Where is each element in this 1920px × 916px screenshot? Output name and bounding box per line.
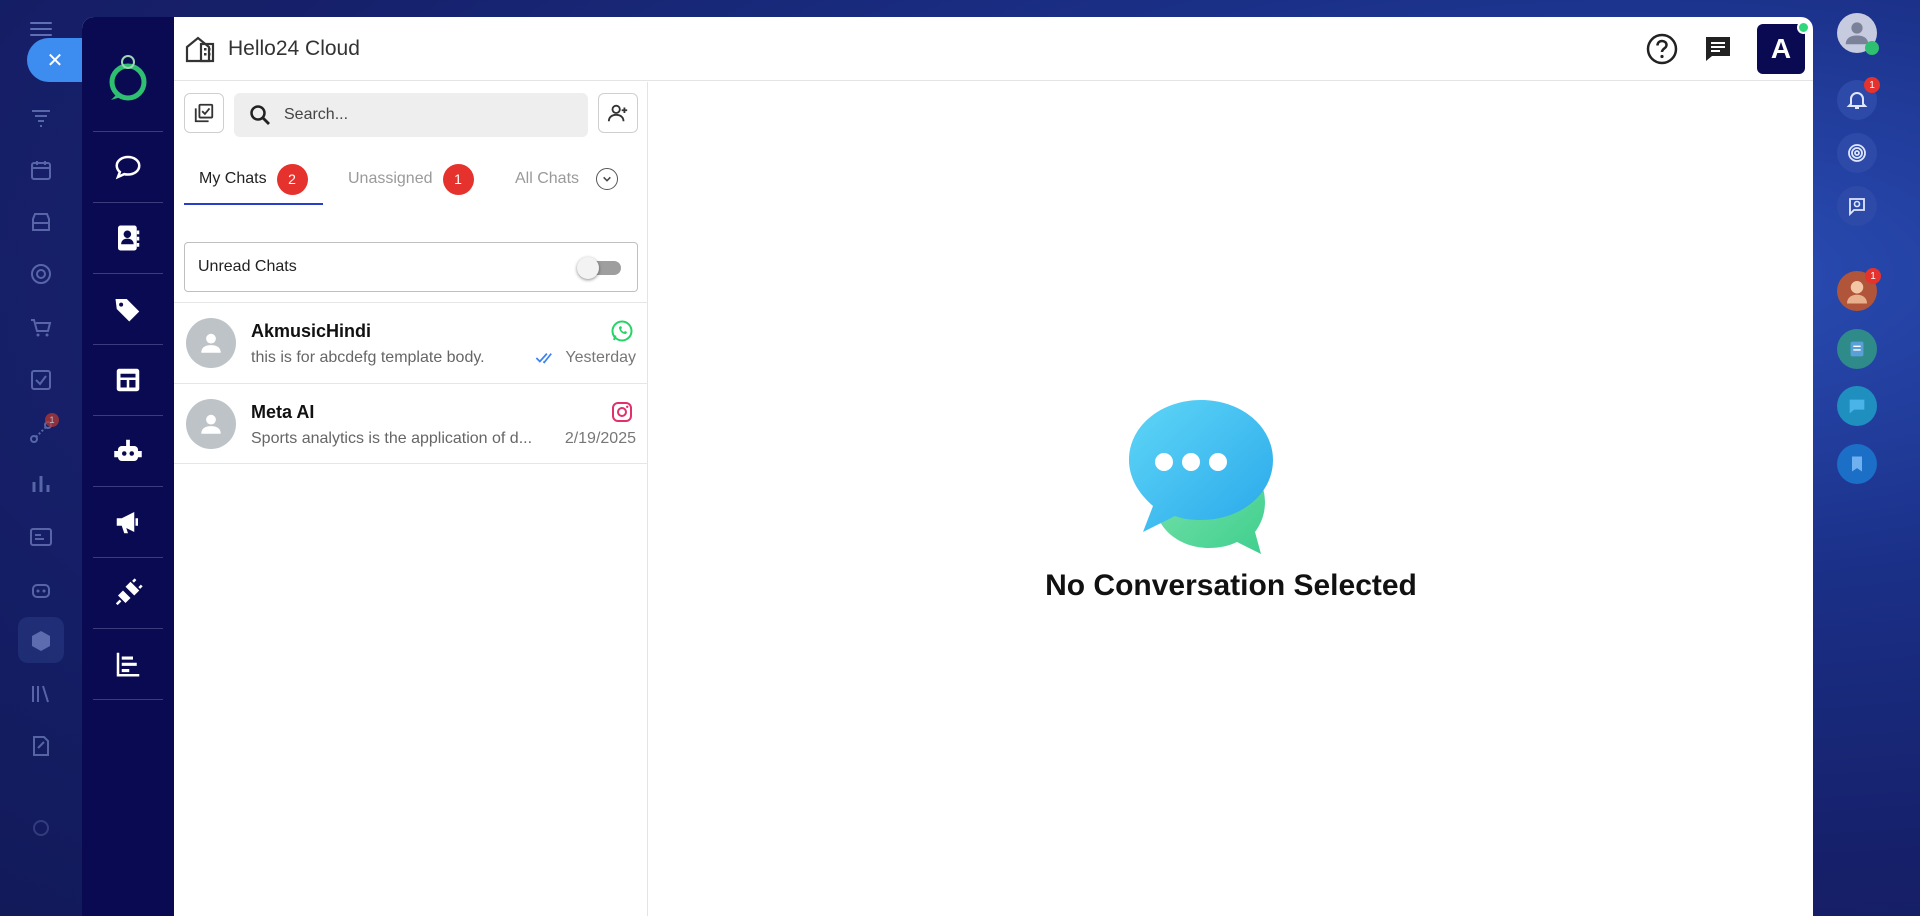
- nav-reports[interactable]: [82, 629, 174, 699]
- settings-icon[interactable]: [28, 816, 54, 840]
- tab-label: Unassigned: [348, 170, 433, 187]
- whatsapp-icon: [610, 319, 634, 343]
- search-box: [234, 93, 588, 137]
- chat-preview: this is for abcdefg template body.: [251, 349, 485, 366]
- tab-unassigned[interactable]: Unassigned 1: [348, 154, 474, 204]
- checkbox-icon[interactable]: [28, 368, 54, 392]
- online-status-dot: [1797, 21, 1810, 34]
- chat-contact-name: Meta AI: [251, 402, 315, 422]
- chevron-down-icon[interactable]: [596, 168, 618, 190]
- avatar-letter: A: [1770, 33, 1792, 64]
- chat-search-icon[interactable]: [1837, 186, 1877, 226]
- calendar-icon[interactable]: [28, 158, 54, 182]
- close-overlay-button[interactable]: ✕: [27, 38, 83, 82]
- chat-app-icon[interactable]: [1837, 386, 1877, 426]
- background-app-rail: [0, 0, 82, 916]
- tab-label: My Chats: [199, 170, 267, 187]
- bulk-select-button[interactable]: [184, 93, 224, 133]
- contact-avatar: [186, 399, 236, 449]
- document-app-icon[interactable]: [1837, 329, 1877, 369]
- account-avatar[interactable]: A: [1757, 21, 1810, 74]
- tab-label: All Chats: [515, 170, 580, 187]
- help-icon[interactable]: [1645, 32, 1679, 66]
- id-card-icon[interactable]: [28, 525, 54, 549]
- nav-templates[interactable]: [82, 345, 174, 415]
- active-tab-indicator: [184, 203, 323, 205]
- fingerprint-icon[interactable]: [1837, 133, 1877, 173]
- add-contact-button[interactable]: [598, 93, 638, 133]
- megaphone-icon: [116, 512, 138, 534]
- tab-my-chats[interactable]: My Chats 2: [199, 154, 308, 204]
- chat-tabs: My Chats 2 Unassigned 1 All Chats: [174, 154, 648, 204]
- bot-icon[interactable]: [28, 577, 54, 601]
- count-badge: 1: [442, 163, 474, 195]
- store-icon[interactable]: [28, 210, 54, 234]
- bar-chart-icon: [116, 652, 140, 677]
- right-utility-rail: 1 1: [1813, 0, 1920, 916]
- contact-book-icon: [118, 225, 140, 251]
- nav-tags[interactable]: [82, 274, 174, 344]
- filter-icon[interactable]: [28, 106, 54, 130]
- add-user-icon: [607, 104, 628, 122]
- chat-preview: Sports analytics is the application of d…: [251, 430, 533, 447]
- count-badge: 2: [276, 163, 308, 195]
- double-check-icon: [536, 353, 553, 364]
- chat-list-panel: My Chats 2 Unassigned 1 All Chats Unread…: [174, 82, 648, 916]
- target-icon[interactable]: [28, 262, 54, 286]
- bookmark-icon[interactable]: [1837, 444, 1877, 484]
- analytics-icon[interactable]: [28, 472, 54, 496]
- chat-bubbles-illustration: [1129, 400, 1299, 565]
- unread-toggle[interactable]: [577, 257, 621, 279]
- chat-timestamp: 2/19/2025: [564, 430, 636, 447]
- tags-icon: [115, 299, 140, 322]
- status-dot: [1865, 41, 1879, 55]
- nav-bots[interactable]: [82, 416, 174, 486]
- nav-integrations[interactable]: [82, 558, 174, 628]
- nav-rail: [82, 17, 174, 916]
- chat-list: AkmusicHindi this is for abcdefg templat…: [174, 302, 648, 464]
- unread-filter-label: Unread Chats: [198, 258, 297, 275]
- notifications-badge: 1: [1864, 77, 1880, 93]
- nav-chats[interactable]: [82, 132, 174, 202]
- top-bar: Hello24 Cloud A: [174, 17, 1813, 81]
- flow-badge: 1: [45, 413, 59, 427]
- library-icon[interactable]: [28, 682, 54, 706]
- menu-icon[interactable]: [30, 22, 52, 36]
- chat-bubble-icon: [115, 155, 141, 180]
- workspace-title: Hello24 Cloud: [228, 36, 360, 60]
- edit-doc-icon[interactable]: [28, 734, 54, 758]
- cart-icon[interactable]: [28, 316, 54, 340]
- plug-icon: [115, 578, 143, 606]
- instagram-icon: [610, 400, 634, 424]
- conversation-empty-state: No Conversation Selected: [649, 82, 1813, 916]
- chat-contact-name: AkmusicHindi: [251, 321, 372, 341]
- business-home-icon[interactable]: [184, 33, 216, 65]
- cube-icon[interactable]: [28, 629, 54, 653]
- select-all-icon: [194, 103, 214, 123]
- nav-contacts[interactable]: [82, 203, 174, 273]
- app-window: Hello24 Cloud A My Chats: [82, 17, 1813, 916]
- empty-state-title: No Conversation Selected: [1045, 569, 1417, 602]
- unread-filter: Unread Chats: [184, 242, 638, 292]
- tab-all-chats[interactable]: All Chats: [515, 154, 579, 204]
- messages-icon[interactable]: [1701, 32, 1735, 66]
- robot-icon: [114, 439, 142, 461]
- contact-avatar: [186, 318, 236, 368]
- chat-list-item[interactable]: AkmusicHindi this is for abcdefg templat…: [174, 302, 648, 383]
- search-icon: [250, 105, 270, 125]
- profile-avatar[interactable]: [1837, 13, 1879, 55]
- contact-badge: 1: [1865, 268, 1881, 284]
- chat-timestamp: Yesterday: [565, 349, 636, 366]
- hello24-logo: [105, 49, 151, 103]
- chat-list-item[interactable]: Meta AI Sports analytics is the applicat…: [174, 383, 648, 464]
- search-input[interactable]: [284, 106, 564, 124]
- nav-broadcast[interactable]: [82, 487, 174, 557]
- person-icon: [201, 414, 221, 434]
- template-icon: [116, 368, 140, 392]
- person-icon: [201, 333, 221, 353]
